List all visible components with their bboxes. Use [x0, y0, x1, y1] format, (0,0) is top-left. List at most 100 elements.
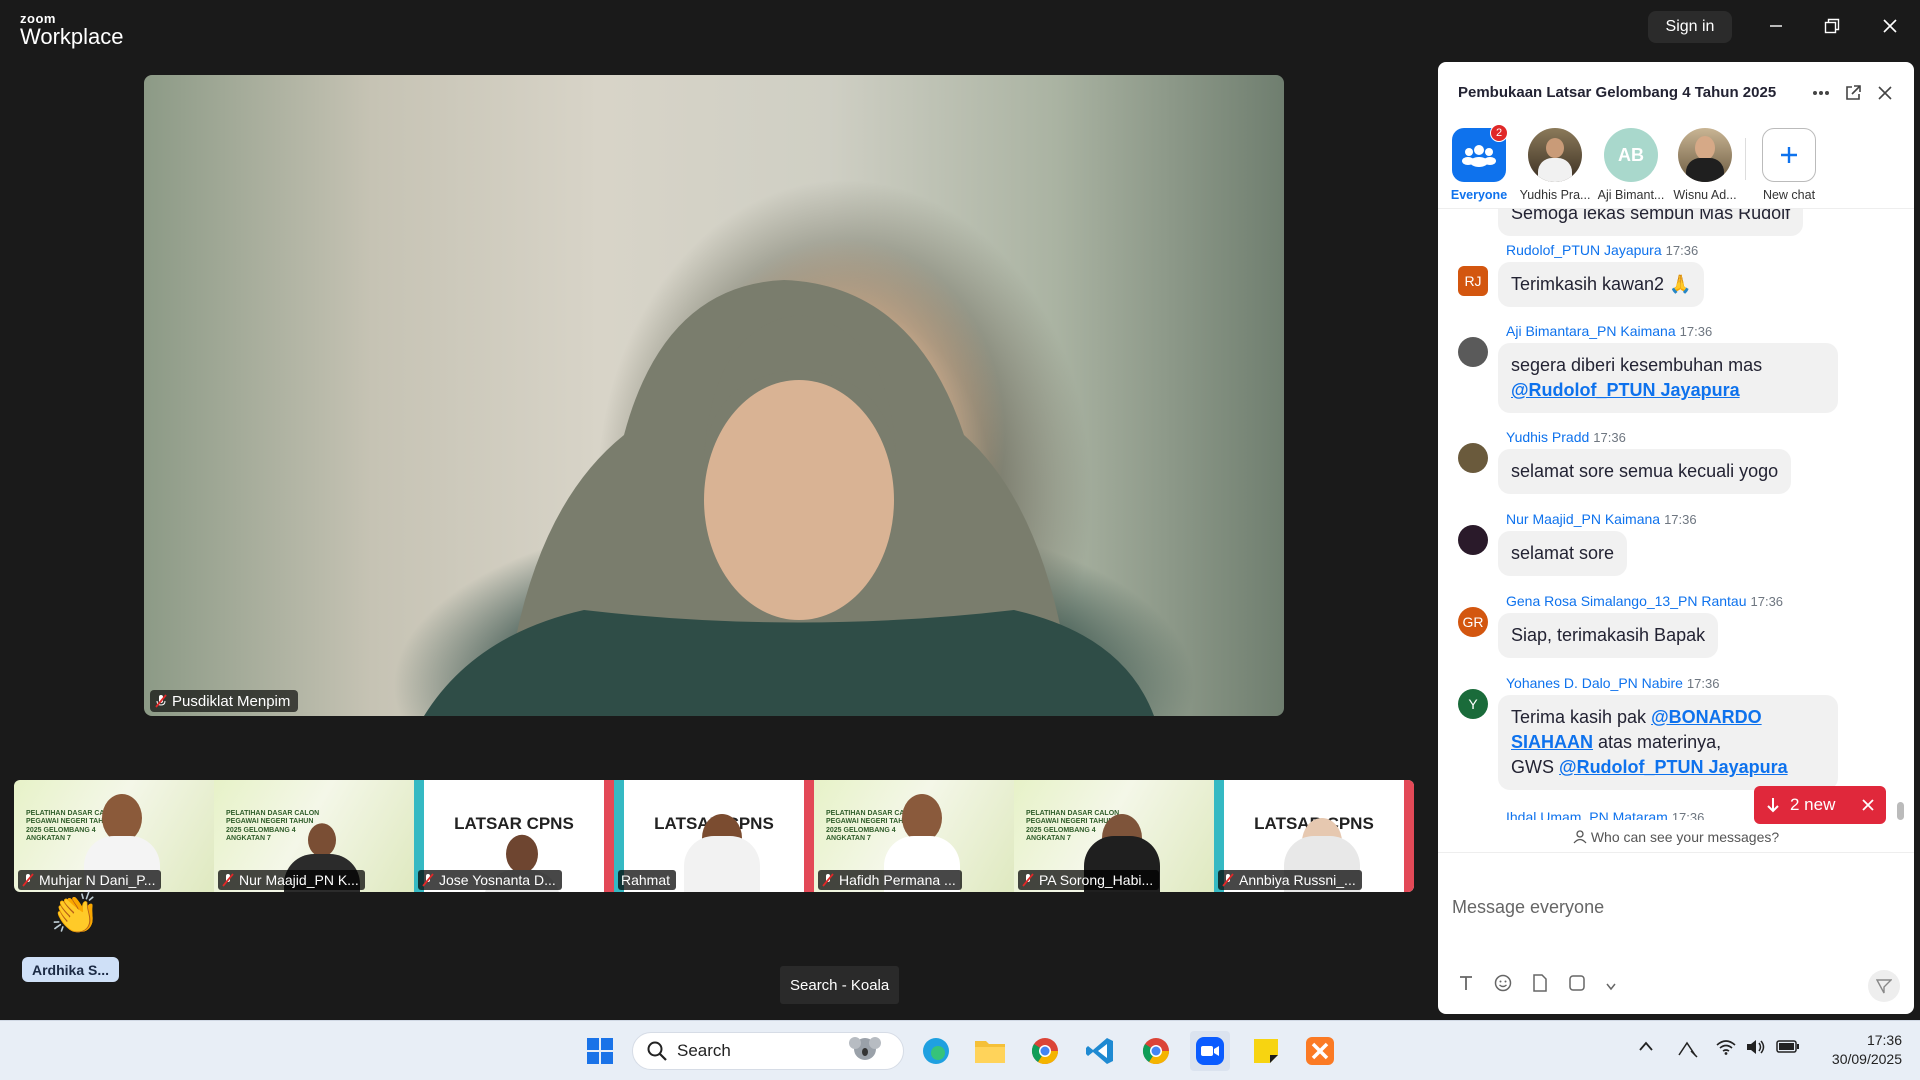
who-can-see-link[interactable]: Who can see your messages? [1438, 829, 1914, 845]
emoji-button[interactable] [1494, 974, 1512, 997]
participant-tile[interactable]: LATSAR CPNS Annbiya Russni_... [1214, 780, 1414, 892]
avatar [1458, 525, 1488, 555]
close-icon [1878, 86, 1892, 100]
taskbar-zoom[interactable] [1190, 1031, 1230, 1071]
message-text: Terima kasih pak [1511, 707, 1647, 727]
send-button[interactable] [1868, 970, 1900, 1002]
participant-name: Nur Maajid_PN K... [239, 872, 359, 888]
message-sender[interactable]: Ihdal Umam_PN Mataram 17:36 [1506, 809, 1704, 820]
mention-link[interactable]: @Rudolof_PTUN Jayapura [1559, 757, 1788, 777]
participant-tile[interactable]: PELATIHAN DASAR CALON PEGAWAI NEGERI TAH… [214, 780, 414, 892]
speaker-icon [1747, 1040, 1765, 1054]
show-hidden-icons-button[interactable] [1638, 1039, 1654, 1055]
more-compose-options-button[interactable] [1606, 975, 1616, 996]
app-logo: zoom Workplace [20, 12, 124, 48]
zoom-icon [1196, 1037, 1224, 1065]
taskbar-search[interactable]: Search [632, 1032, 904, 1070]
message-sender[interactable]: Gena Rosa Simalango_13_PN Rantau 17:36 [1506, 593, 1783, 609]
message-text: GWS [1511, 757, 1554, 777]
vscode-icon [1086, 1038, 1113, 1064]
message-sender[interactable]: Yohanes D. Dalo_PN Nabire 17:36 [1506, 675, 1719, 691]
battery-indicator[interactable] [1776, 1039, 1800, 1056]
message-time: 17:36 [1750, 594, 1784, 609]
active-speaker-video[interactable]: Pusdiklat Menpim [144, 75, 1284, 716]
participant-name: Annbiya Russni_... [1239, 872, 1356, 888]
plus-icon [1781, 147, 1797, 163]
muted-mic-icon [155, 694, 167, 708]
message-time: 17:36 [1593, 430, 1626, 445]
participant-tile[interactable]: LATSAR CPNS Rahmat [614, 780, 814, 892]
compose-toolbar [1458, 974, 1616, 997]
clock-time: 17:36 [1866, 1032, 1902, 1048]
sender-name: Yohanes D. Dalo_PN Nabire [1506, 675, 1683, 691]
tab-everyone[interactable]: 2 Everyone [1442, 124, 1516, 202]
message-text: segera diberi kesembuhan mas [1511, 355, 1763, 375]
location-indicator[interactable] [1676, 1039, 1698, 1062]
participant-tile[interactable]: PELATIHAN DASAR CALON PEGAWAI NEGERI TAH… [14, 780, 214, 892]
file-icon [1533, 974, 1547, 992]
system-clock[interactable]: 17:36 30/09/2025 [1812, 1031, 1902, 1069]
message-sender[interactable]: Nur Maajid_PN Kaimana 17:36 [1506, 511, 1697, 527]
restore-button[interactable] [1812, 10, 1852, 42]
meeting-area: Pusdiklat Menpim PELATIHAN DASAR CALON P… [0, 56, 1440, 1020]
taskbar-sticky-notes[interactable] [1246, 1031, 1286, 1071]
participant-name-label: Nur Maajid_PN K... [218, 870, 365, 890]
sign-in-button[interactable]: Sign in [1648, 11, 1732, 43]
new-chat-button[interactable]: New chat [1752, 128, 1826, 202]
message-sender[interactable]: Aji Bimantara_PN Kaimana 17:36 [1506, 323, 1712, 339]
emoji-icon [1494, 974, 1512, 992]
message-sender[interactable]: Yudhis Pradd 17:36 [1506, 429, 1626, 445]
taskbar-chrome[interactable] [1025, 1031, 1065, 1071]
minimize-button[interactable] [1756, 10, 1796, 42]
clap-reaction-icon: 👏 [50, 892, 100, 936]
message-bubble: Semoga lekas sembuh Mas Rudolf [1498, 209, 1804, 236]
message-time: 17:36 [1686, 676, 1720, 691]
mention-link[interactable]: @Rudolof_PTUN Jayapura [1511, 380, 1740, 400]
volume-indicator[interactable] [1746, 1039, 1766, 1058]
wifi-icon [1716, 1040, 1736, 1055]
wifi-indicator[interactable] [1716, 1039, 1736, 1058]
message-input[interactable] [1452, 867, 1892, 947]
screenshot-button[interactable] [1568, 974, 1586, 997]
participant-name-label: Annbiya Russni_... [1218, 870, 1362, 890]
participant-tile[interactable]: PELATIHAN DASAR CALON PEGAWAI NEGERI TAH… [814, 780, 1014, 892]
koala-search-highlight-icon [837, 1034, 893, 1069]
gallery-strip: PELATIHAN DASAR CALON PEGAWAI NEGERI TAH… [14, 780, 1414, 892]
tab-label: Aji Bimant... [1597, 188, 1665, 202]
more-options-button[interactable] [1808, 80, 1834, 106]
new-messages-button[interactable]: 2 new [1754, 786, 1886, 824]
message-sender[interactable]: Rudolof_PTUN Jayapura 17:36 [1506, 242, 1698, 258]
title-bar: zoom Workplace Sign in [0, 0, 1920, 56]
speaker-name-label: Pusdiklat Menpim [150, 690, 299, 712]
tab-aji[interactable]: AB Aji Bimant... [1594, 128, 1668, 202]
participant-name-label: Hafidh Permana ... [818, 870, 962, 890]
message-time: 17:36 [1664, 512, 1697, 527]
message-time: 17:36 [1671, 810, 1705, 820]
taskbar-vscode[interactable] [1080, 1031, 1120, 1071]
attach-file-button[interactable] [1532, 974, 1548, 997]
taskbar-edge[interactable] [916, 1031, 956, 1071]
dismiss-icon[interactable] [1862, 799, 1874, 811]
xampp-icon [1306, 1037, 1334, 1065]
message-time: 17:36 [1665, 243, 1699, 258]
chat-panel: Pembukaan Latsar Gelombang 4 Tahun 2025 … [1438, 62, 1914, 1014]
participant-tile[interactable]: PELATIHAN DASAR CALON PEGAWAI NEGERI TAH… [1014, 780, 1214, 892]
tab-yudhis[interactable]: Yudhis Pra... [1518, 128, 1592, 202]
close-chat-button[interactable] [1872, 80, 1898, 106]
message-list[interactable]: Semoga lekas sembuh Mas Rudolf RJ Rudolo… [1438, 208, 1914, 820]
avatar: RJ [1458, 266, 1488, 296]
close-window-button[interactable] [1870, 10, 1910, 42]
participant-name: Muhjar N Dani_P... [39, 872, 156, 888]
avatar [1528, 128, 1582, 182]
chevron-down-icon [1606, 983, 1616, 991]
start-button[interactable] [580, 1031, 620, 1071]
taskbar-chrome-profile[interactable] [1136, 1031, 1176, 1071]
format-text-button[interactable] [1458, 975, 1474, 996]
raised-hand-participant-label[interactable]: Ardhika S... [22, 957, 120, 982]
tab-wisnu[interactable]: Wisnu Ad... [1668, 128, 1742, 202]
participant-tile[interactable]: LATSAR CPNS Jose Yosnanta D... [414, 780, 614, 892]
pop-out-button[interactable] [1840, 80, 1866, 106]
taskbar-xampp[interactable] [1300, 1031, 1340, 1071]
chat-scrollbar[interactable] [1897, 802, 1904, 820]
taskbar-file-explorer[interactable] [970, 1031, 1010, 1071]
